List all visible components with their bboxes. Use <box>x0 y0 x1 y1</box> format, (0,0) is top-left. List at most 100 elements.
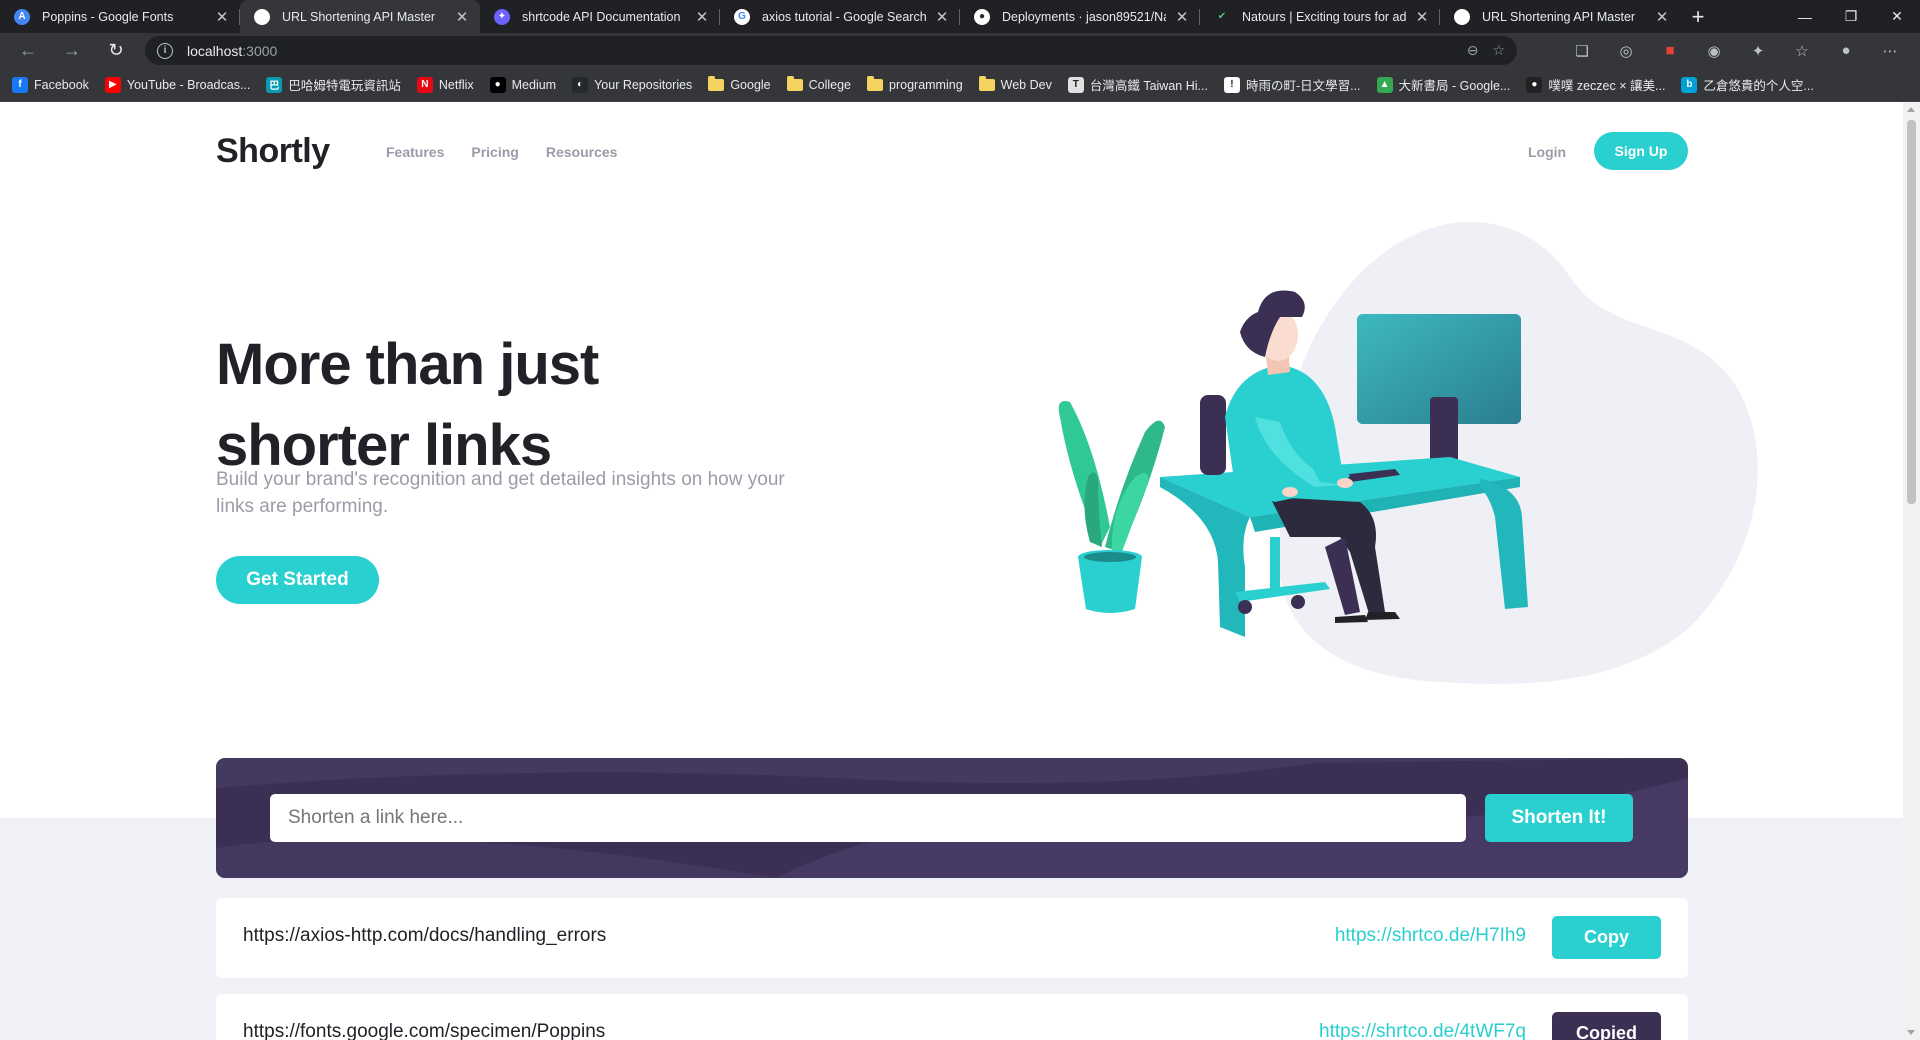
profile-avatar-icon[interactable]: ● <box>1824 33 1868 68</box>
tab-deployments[interactable]: ● Deployments · jason89521/Natours ✕ <box>960 0 1200 33</box>
get-started-button[interactable]: Get Started <box>216 556 379 604</box>
menu-dots-icon[interactable]: ⋯ <box>1868 33 1912 68</box>
bookmark-label: Medium <box>511 77 557 92</box>
close-window-icon[interactable]: ✕ <box>1874 0 1920 33</box>
collections-icon[interactable]: ❏ <box>1560 33 1604 68</box>
chair-back <box>1200 395 1226 475</box>
back-icon[interactable]: ← <box>14 37 42 65</box>
extensions-puzzle-icon[interactable]: ✦ <box>1736 33 1780 68</box>
page-scrollbar[interactable] <box>1903 102 1920 1040</box>
bookmark-item[interactable]: 巴巴哈姆特電玩資訊站 <box>266 75 401 94</box>
signup-button[interactable]: Sign Up <box>1594 132 1688 170</box>
browser-toolbar: ← → ↻ i localhost:3000 ⊖ ☆ ❏ ◎ ■ ◉ ✦ ☆ ●… <box>0 33 1920 68</box>
tab-url-shortening-active[interactable]: URL Shortening API Master ✕ <box>240 0 480 33</box>
bookmark-folder[interactable]: College <box>786 75 851 92</box>
nav-features[interactable]: Features <box>386 144 444 160</box>
site-logo[interactable]: Shortly <box>216 132 330 171</box>
scroll-up-icon[interactable] <box>1907 107 1915 112</box>
tab-natours[interactable]: ✔ Natours | Exciting tours for adventuro… <box>1200 0 1440 33</box>
tab-title: URL Shortening API Master <box>282 9 436 24</box>
bookmark-favicon-icon: 巴 <box>266 76 283 93</box>
copied-button[interactable]: Copied <box>1552 1012 1661 1040</box>
close-icon[interactable]: ✕ <box>694 8 710 26</box>
google-fonts-icon: A <box>14 8 30 25</box>
bookmark-folder[interactable]: programming <box>867 75 963 92</box>
favorites-icon[interactable]: ☆ <box>1780 33 1824 68</box>
close-icon[interactable]: ✕ <box>1654 8 1670 26</box>
tab-title: Natours | Exciting tours for adventurous… <box>1242 9 1406 24</box>
result-row: https://axios-http.com/docs/handling_err… <box>216 898 1688 978</box>
address-bar[interactable]: i localhost:3000 ⊖ ☆ <box>145 36 1517 65</box>
extensions-area: ❏ ◎ ■ ◉ ✦ ☆ ● ⋯ <box>1560 33 1912 68</box>
tab-poppins[interactable]: A Poppins - Google Fonts ✕ <box>0 0 240 33</box>
forward-icon[interactable]: → <box>58 37 86 65</box>
bookmark-item[interactable]: ● Medium <box>489 76 557 93</box>
close-icon[interactable]: ✕ <box>454 8 470 26</box>
extension-glasses-icon[interactable]: ◎ <box>1604 33 1648 68</box>
result-original-url: https://fonts.google.com/specimen/Poppin… <box>243 1021 606 1040</box>
bookmark-label: Web Dev <box>1000 77 1052 92</box>
login-link[interactable]: Login <box>1528 144 1566 160</box>
shorten-it-button[interactable]: Shorten It! <box>1485 794 1633 842</box>
tab-axios-search[interactable]: G axios tutorial - Google Search ✕ <box>720 0 960 33</box>
bookmark-label: Facebook <box>34 77 89 92</box>
bookmark-label: 噗噗 zeczec × 讓美... <box>1548 79 1666 93</box>
address-url[interactable]: localhost:3000 <box>187 43 277 59</box>
tab-title: URL Shortening API Master <box>1482 9 1636 24</box>
bookmark-item[interactable]: T 台灣高鐵 Taiwan Hi... <box>1067 75 1208 94</box>
page-viewport: Shortly Features Pricing Resources Login… <box>0 102 1920 1040</box>
bookmark-favicon-icon: N <box>416 76 433 93</box>
tab-title: Poppins - Google Fonts <box>42 9 174 24</box>
bookmark-item[interactable]: ● 噗噗 zeczec × 讓美... <box>1526 75 1665 94</box>
restore-icon[interactable]: ❐ <box>1828 0 1874 33</box>
scrollbar-thumb[interactable] <box>1907 120 1916 504</box>
bookmark-star-icon[interactable]: ☆ <box>1492 42 1505 59</box>
extension-red-icon[interactable]: ■ <box>1648 33 1692 68</box>
result-short-url[interactable]: https://shrtco.de/H7Ih9 <box>1335 925 1526 947</box>
bookmark-folder[interactable]: Web Dev <box>978 75 1052 92</box>
folder-icon <box>978 75 995 91</box>
scroll-down-icon[interactable] <box>1907 1030 1915 1035</box>
bookmark-item[interactable]: ! 時雨の町-日文學習... <box>1223 75 1361 94</box>
bookmark-item[interactable]: ▶ YouTube - Broadcas... <box>104 76 250 93</box>
tab-title: shrtcode API Documentation <box>522 9 681 24</box>
tab-url-shortening-2[interactable]: URL Shortening API Master ✕ <box>1440 0 1680 33</box>
nav-resources[interactable]: Resources <box>546 144 618 160</box>
natours-icon: ✔ <box>1217 11 1227 22</box>
close-icon[interactable]: ✕ <box>214 8 230 26</box>
bookmark-item[interactable]: ▲ 大新書局 - Google... <box>1376 75 1510 94</box>
copy-button[interactable]: Copy <box>1552 916 1661 959</box>
tab-shrtcode-docs[interactable]: ✦ shrtcode API Documentation ✕ <box>480 0 720 33</box>
bookmark-label: programming <box>889 77 963 92</box>
bookmark-favicon-icon: ◐ <box>572 76 589 93</box>
minimize-icon[interactable]: — <box>1782 0 1828 33</box>
bookmark-favicon-icon: b <box>1681 76 1698 93</box>
extension-target-icon[interactable]: ◉ <box>1692 33 1736 68</box>
nav-pricing[interactable]: Pricing <box>471 144 518 160</box>
folder-icon <box>708 75 725 91</box>
bookmark-item[interactable]: b 乙倉悠貴的个人空... <box>1681 75 1814 94</box>
folder-icon <box>867 75 884 91</box>
hero-title: More than just shorter links <box>216 332 599 478</box>
bookmark-label: Google <box>730 77 771 92</box>
plant-pot <box>1078 557 1142 613</box>
bookmark-favicon-icon: T <box>1067 76 1084 93</box>
bookmark-label: 台灣高鐵 Taiwan Hi... <box>1089 79 1208 93</box>
hero-subtitle: Build your brand's recognition and get d… <box>216 469 785 517</box>
bookmark-folder[interactable]: Google <box>708 75 771 92</box>
result-short-url[interactable]: https://shrtco.de/4tWF7q <box>1319 1021 1526 1040</box>
bookmark-item[interactable]: N Netflix <box>416 76 474 93</box>
bookmark-item[interactable]: f Facebook <box>12 76 89 93</box>
main-nav: Features Pricing Resources <box>386 144 617 160</box>
bookmark-label: 巴哈姆特電玩資訊站 <box>288 79 401 93</box>
close-icon[interactable]: ✕ <box>1174 8 1190 26</box>
new-tab-button[interactable]: + <box>1680 0 1716 33</box>
site-info-icon[interactable]: i <box>157 42 173 59</box>
bookmark-item[interactable]: ◐ Your Repositories <box>572 76 692 93</box>
hero-illustration-working <box>1058 221 1758 684</box>
zoom-icon[interactable]: ⊖ <box>1467 42 1479 59</box>
close-icon[interactable]: ✕ <box>934 8 950 26</box>
close-icon[interactable]: ✕ <box>1414 8 1430 26</box>
shorten-link-input[interactable] <box>270 794 1466 842</box>
reload-icon[interactable]: ↻ <box>102 37 130 65</box>
